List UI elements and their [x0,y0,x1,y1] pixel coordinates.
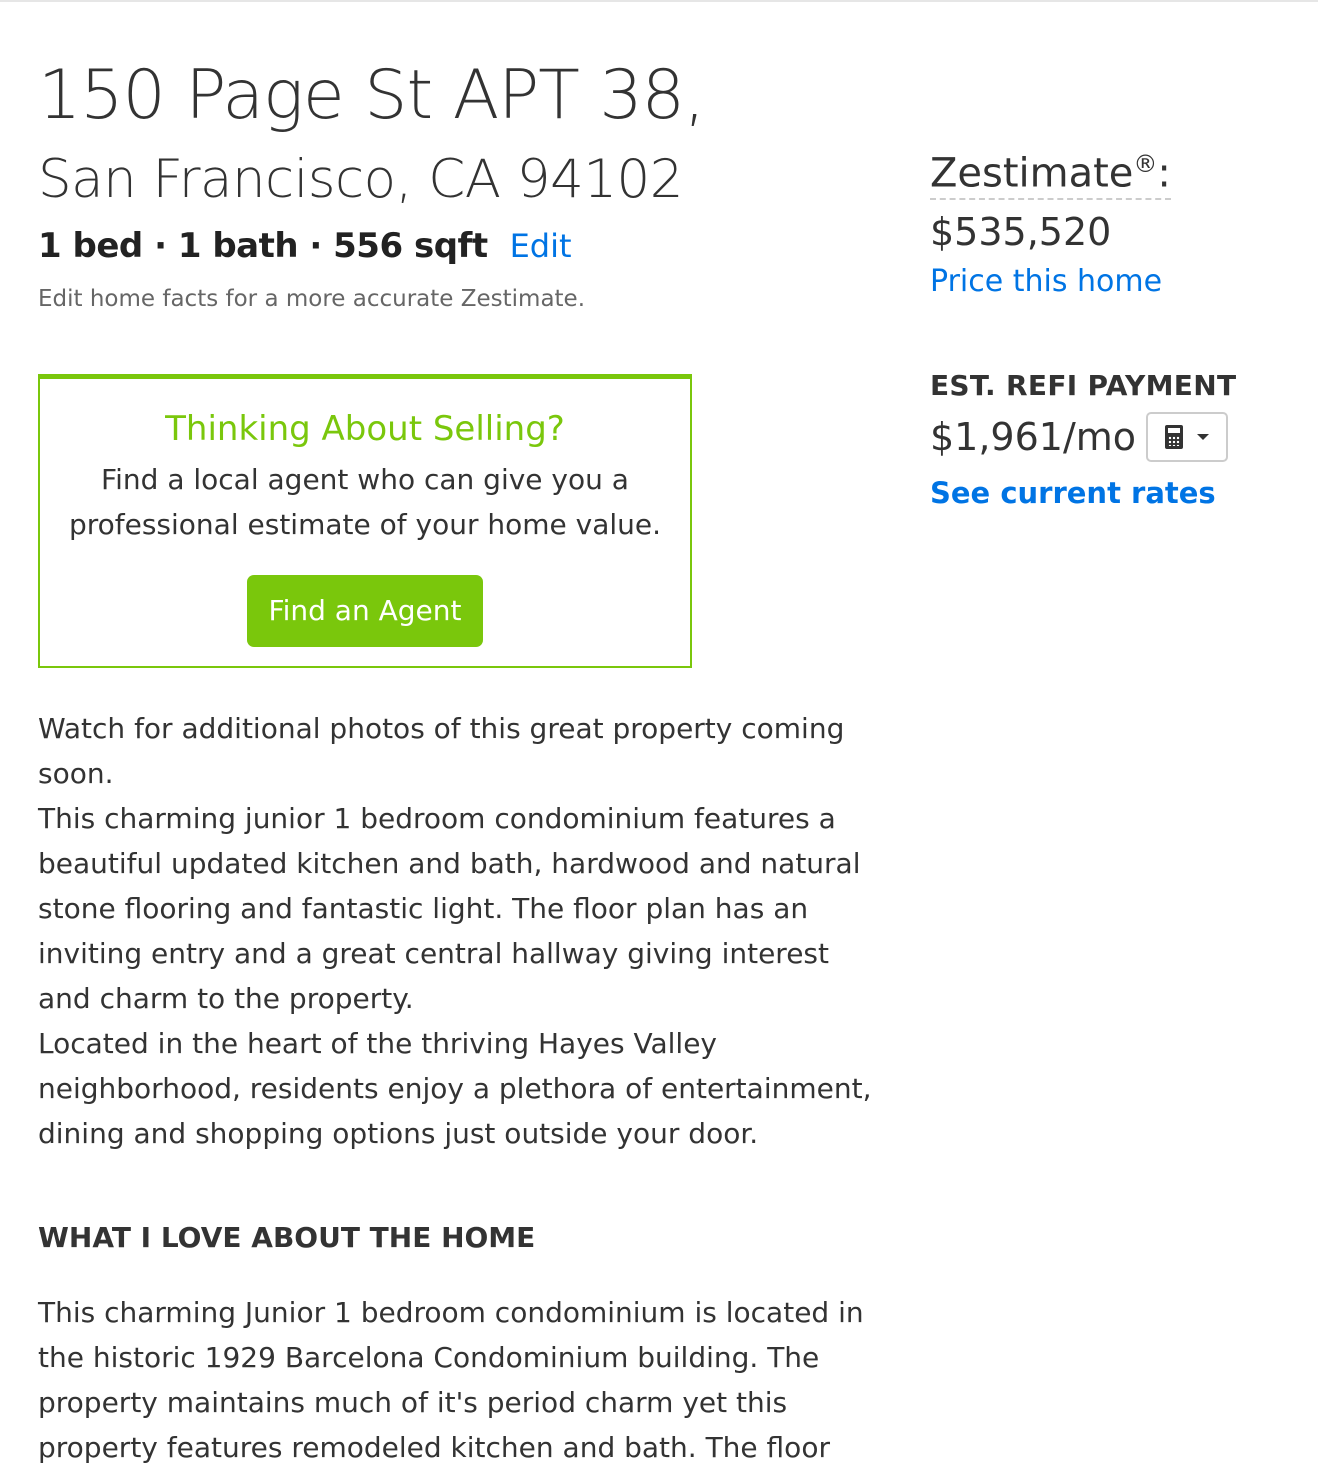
calculator-dropdown-button[interactable] [1146,412,1229,463]
calculator-icon [1165,425,1184,450]
sidebar: Zestimate®: $535,520 Price this home EST… [930,150,1310,510]
description-paragraph: Located in the heart of the thriving Hay… [38,1027,872,1150]
selling-promo-box: Thinking About Selling? Find a local age… [38,374,692,668]
price-this-home-link[interactable]: Price this home [930,264,1162,299]
selling-title: Thinking About Selling? [165,409,565,449]
zestimate-colon: : [1157,150,1171,197]
find-agent-button[interactable]: Find an Agent [247,575,483,647]
selling-text: Find a local agent who can give you a pr… [68,463,662,541]
zestimate-label-text: Zestimate [930,150,1134,197]
property-description: Watch for additional photos of this grea… [38,706,888,1156]
home-facts: 1 bed · 1 bath · 556 sqft [38,226,488,266]
main-column: 150 Page St APT 38, San Francisco, CA 94… [38,56,888,1470]
love-text: This charming Junior 1 bedroom condomini… [38,1296,864,1464]
edit-facts-link[interactable]: Edit [510,227,572,265]
facts-hint: Edit home facts for a more accurate Zest… [38,286,586,312]
zestimate-label[interactable]: Zestimate®: [930,150,1171,201]
chevron-down-icon [1197,434,1210,441]
registered-mark: ® [1133,150,1158,178]
refi-payment-value: $1,961/mo [930,415,1137,460]
address-line-2: San Francisco, CA 94102 [38,149,684,210]
description-paragraph: This charming junior 1 bedroom condomini… [38,802,861,1015]
description-paragraph: Watch for additional photos of this grea… [38,712,845,790]
refi-payment-label: EST. REFI PAYMENT [930,369,1237,403]
love-heading: WHAT I LOVE ABOUT THE HOME [38,1221,536,1254]
refi-payment-row: $1,961/mo [930,412,1310,463]
home-facts-row: 1 bed · 1 bath · 556 sqft Edit [38,226,888,266]
address-line-1: 150 Page St APT 38, [38,56,706,135]
see-current-rates-link[interactable]: See current rates [930,476,1216,510]
zestimate-value: $535,520 [930,210,1112,255]
top-divider [0,0,1318,2]
